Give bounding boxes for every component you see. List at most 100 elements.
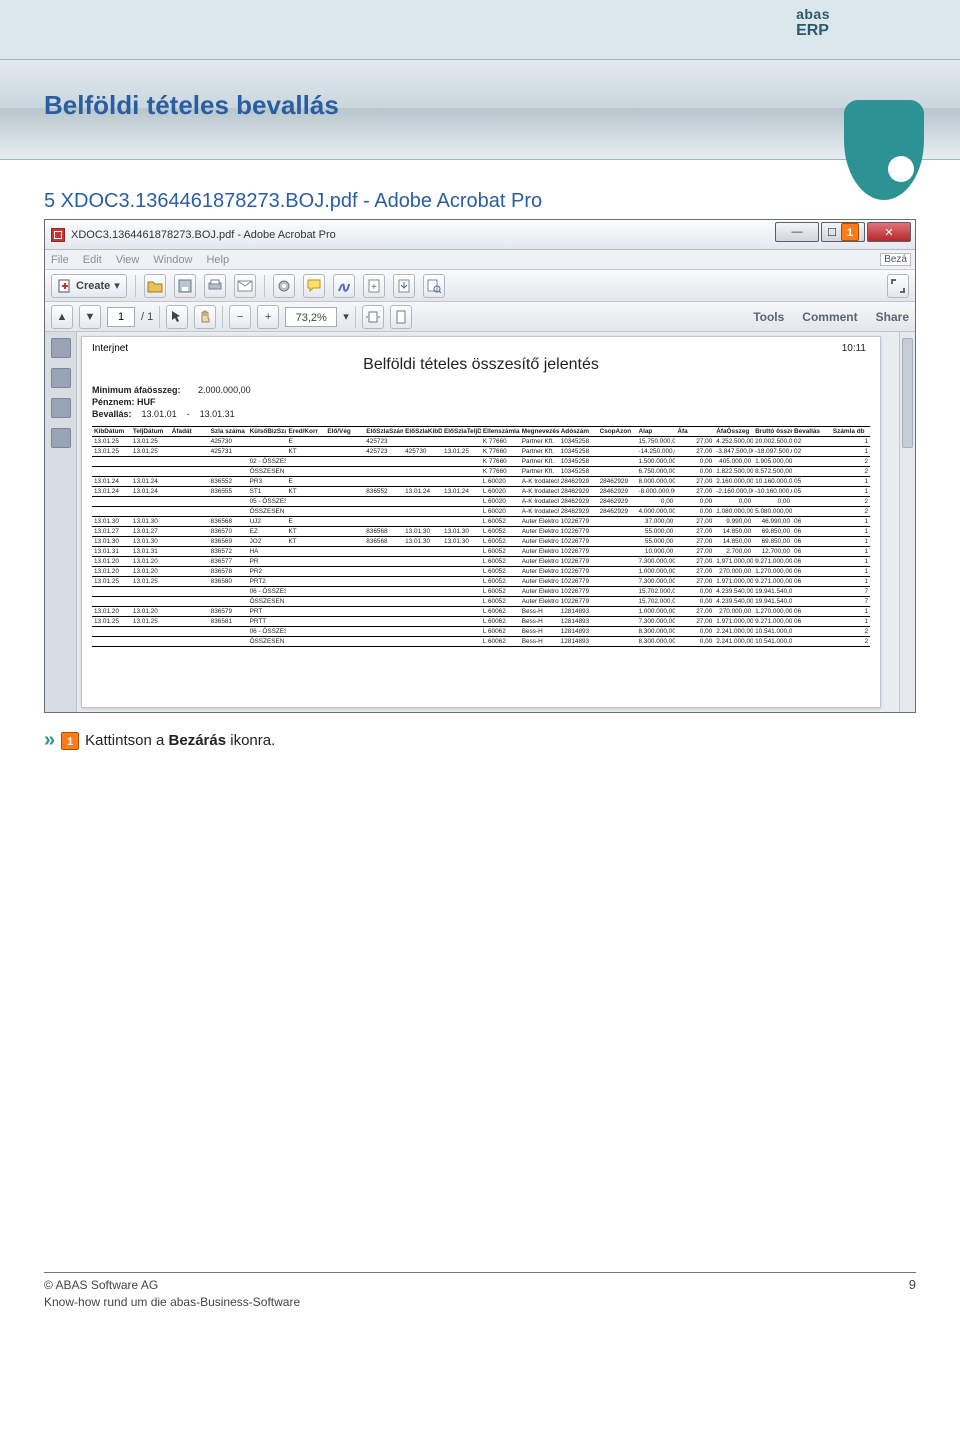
report-time: 10:11 <box>842 343 866 354</box>
table-header: TeljDátum <box>131 427 170 437</box>
menu-window[interactable]: Window <box>153 254 192 266</box>
table-row: 13.01.2513.01.25836581PRTTL 60062Bess-H1… <box>92 617 870 627</box>
table-header: Elő/Vég <box>325 427 364 437</box>
section-label: 5 XDOC3.1364461878273.BOJ.pdf - Adobe Ac… <box>44 190 916 213</box>
create-button[interactable]: Create▾ <box>51 274 127 298</box>
page-up-icon[interactable]: ▲ <box>51 305 73 329</box>
page-number-input[interactable] <box>107 307 135 327</box>
page-footer: © ABAS Software AG Know-how rund um die … <box>44 1277 916 1311</box>
org-name: Interjnet <box>92 343 870 354</box>
table-row: 13.01.2013.01.20836579PRTL 60062Bess-H12… <box>92 607 870 617</box>
print-icon[interactable] <box>204 274 226 298</box>
table-row: 13.01.3113.01.31836572HAL 60052Auter Ele… <box>92 547 870 557</box>
footer-rule <box>44 1272 916 1273</box>
page-top-strip: abasERP <box>0 0 960 60</box>
callout-marker: 1 <box>61 732 79 750</box>
minimize-button[interactable]: — <box>775 222 819 242</box>
table-row: 13.01.3013.01.30836569JO2KT83656813.01.3… <box>92 537 870 547</box>
report-meta: Minimum áfaösszeg: 2.000.000,00 Pénznem:… <box>92 384 870 420</box>
signatures-icon[interactable] <box>51 428 71 448</box>
table-header: Ellenszámla <box>481 427 520 437</box>
side-rail <box>45 332 77 712</box>
table-header: Számla db <box>831 427 870 437</box>
close-button[interactable]: ✕ <box>867 222 911 242</box>
bookmarks-icon[interactable] <box>51 368 71 388</box>
page-number: 9 <box>909 1277 916 1311</box>
fit-width-icon[interactable] <box>362 305 384 329</box>
menu-view[interactable]: View <box>116 254 140 266</box>
acrobat-window: XDOC3.1364461878273.BOJ.pdf - Adobe Acro… <box>44 219 916 713</box>
footer-copyright: © ABAS Software AG <box>44 1277 300 1294</box>
table-row: 13.01.2013.01.20836578PR2L 60052Auter El… <box>92 567 870 577</box>
table-row: 13.01.2513.01.25836580PRT2L 60052Auter E… <box>92 577 870 587</box>
fullscreen-icon[interactable] <box>887 274 909 298</box>
window-title: XDOC3.1364461878273.BOJ.pdf - Adobe Acro… <box>71 229 336 241</box>
table-header: ElőSzlaSzám <box>364 427 403 437</box>
page-extract-icon[interactable] <box>393 274 415 298</box>
beza-truncated[interactable]: Bezá <box>880 253 911 266</box>
maximize-button[interactable]: ☐1 <box>821 222 865 242</box>
thumbnails-icon[interactable] <box>51 338 71 358</box>
table-header: ElőSzlaKibDát <box>403 427 442 437</box>
attachments-icon[interactable] <box>51 398 71 418</box>
table-header: Bruttó összeg <box>753 427 792 437</box>
instruction-line: » 1 Kattintson a Bezárás ikonra. <box>44 729 916 752</box>
table-row: 06 - ÖSSZESENL 60062Bess-H128148938.300.… <box>92 627 870 637</box>
document-viewport: Interjnet 10:11 Belföldi tételes összesí… <box>45 332 915 712</box>
email-icon[interactable] <box>234 274 256 298</box>
tab-share[interactable]: Share <box>876 310 909 324</box>
table-row: 13.01.2413.01.24836555ST1KT83655213.01.2… <box>92 487 870 497</box>
primary-toolbar: Create▾ + <box>45 270 915 302</box>
table-header: Szla száma <box>209 427 248 437</box>
open-icon[interactable] <box>144 274 166 298</box>
vertical-scrollbar[interactable] <box>899 332 915 712</box>
menu-edit[interactable]: Edit <box>83 254 102 266</box>
table-row: 13.01.2713.01.27836570EZKT83656813.01.30… <box>92 527 870 537</box>
table-row: 13.01.2513.01.25425731KT42572342573013.0… <box>92 447 870 457</box>
page-total: / 1 <box>141 311 153 323</box>
gear-icon[interactable] <box>273 274 295 298</box>
table-row: ÖSSZESENL 60062Bess-H128148938.300.000,0… <box>92 637 870 647</box>
page-add-icon[interactable]: + <box>363 274 385 298</box>
tab-tools[interactable]: Tools <box>753 310 784 324</box>
table-row: 13.01.2513.01.25425730E425723K 77660Part… <box>92 437 870 447</box>
table-row: ÖSSZESENK 77660Partner Kft.103452586.750… <box>92 467 870 477</box>
table-row: 13.01.2013.01.20836577PRL 60052Auter Ele… <box>92 557 870 567</box>
page-title: Belföldi tételes bevallás <box>44 90 339 121</box>
table-row: 05 - ÖSSZESENL 60020A-K Irodatechnikai28… <box>92 497 870 507</box>
table-header: ElőSzlaTeljDát <box>442 427 481 437</box>
zoom-display[interactable]: 73,2% <box>285 307 337 327</box>
abas-erp-logo: abasERP <box>796 6 830 40</box>
table-header: ÁfaÖsszeg <box>714 427 753 437</box>
hand-icon[interactable] <box>194 305 216 329</box>
select-icon[interactable] <box>166 305 188 329</box>
table-header: Megnevezés <box>520 427 559 437</box>
save-icon[interactable] <box>174 274 196 298</box>
table-row: 13.01.3013.01.30836568UJ2EL 60052Auter E… <box>92 517 870 527</box>
svg-text:+: + <box>371 282 377 293</box>
page-search-icon[interactable] <box>423 274 445 298</box>
pdf-icon <box>51 228 65 242</box>
table-row: ÖSSZESENL 60052Auter Elektronikai1022677… <box>92 597 870 607</box>
fit-page-icon[interactable] <box>390 305 412 329</box>
footer-tagline: Know-how rund um die abas-Business-Softw… <box>44 1294 300 1311</box>
table-row: 02 - ÖSSZESENK 77660Partner Kft.10345258… <box>92 457 870 467</box>
menu-help[interactable]: Help <box>206 254 229 266</box>
table-header: Alap <box>636 427 675 437</box>
zoom-out-icon[interactable]: − <box>229 305 251 329</box>
secondary-toolbar: ▲ ▼ / 1 − + 73,2% ▾ Tools Comment Share <box>45 302 915 332</box>
chevron-icon: » <box>44 729 55 752</box>
table-row: 13.01.2413.01.24836552PR3EL 60020A-K Iro… <box>92 477 870 487</box>
table-header: KülsőBizSzám <box>248 427 287 437</box>
table-row: ÖSSZESENL 60020A-K Irodatechnikai2846292… <box>92 507 870 517</box>
page-down-icon[interactable]: ▼ <box>79 305 101 329</box>
menubar: File Edit View Window Help Bezá <box>45 250 915 270</box>
zoom-in-icon[interactable]: + <box>257 305 279 329</box>
callout-marker: 1 <box>841 223 859 241</box>
table-row: 06 - ÖSSZESENL 60052Auter Elektronikai10… <box>92 587 870 597</box>
comment-icon[interactable] <box>303 274 325 298</box>
tab-comment[interactable]: Comment <box>802 310 857 324</box>
sign-icon[interactable] <box>333 274 355 298</box>
menu-file[interactable]: File <box>51 254 69 266</box>
table-header: Ered/Korr <box>286 427 325 437</box>
